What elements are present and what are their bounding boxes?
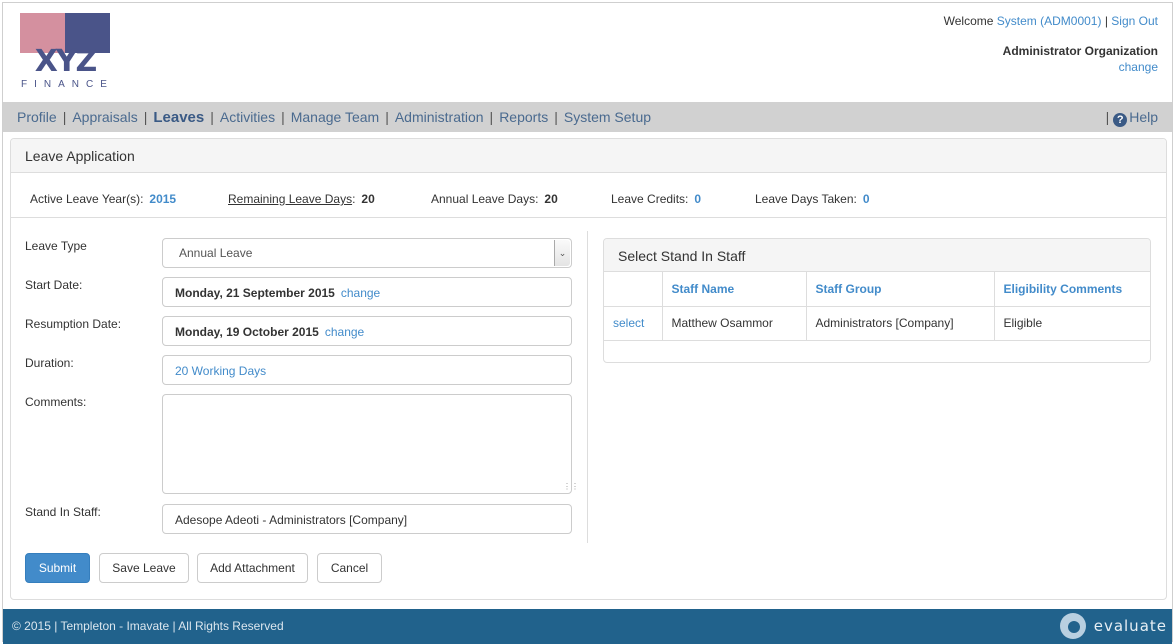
stat-value[interactable]: 2015: [149, 192, 176, 206]
nav-activities[interactable]: Activities: [220, 109, 275, 125]
stat-active-year: Active Leave Year(s): 2015: [30, 192, 176, 206]
stat-value[interactable]: 0: [863, 192, 870, 206]
leave-type-value: Annual Leave: [179, 246, 253, 260]
logo-tagline: FINANCE: [21, 79, 114, 90]
organization-name: Administrator Organization: [1002, 44, 1158, 58]
nav-system-setup[interactable]: System Setup: [564, 109, 651, 125]
evaluate-brand: evaluate: [1059, 612, 1167, 640]
nav-manage-team[interactable]: Manage Team: [291, 109, 379, 125]
nav-separator: |: [210, 109, 214, 125]
table-header-row: Staff Name Staff Group Eligibility Comme…: [604, 272, 1150, 307]
change-organization-link[interactable]: change: [1119, 60, 1158, 74]
stand-in-staff-label: Stand In Staff:: [25, 505, 101, 519]
stat-label: Active Leave Year(s):: [30, 192, 144, 206]
nav-separator: |: [489, 109, 494, 125]
leave-application-panel: Leave Application Active Leave Year(s): 2…: [10, 138, 1167, 600]
resize-grip-icon[interactable]: ⋮⋮: [563, 483, 1163, 597]
duration-label: Duration:: [25, 356, 74, 370]
comments-textarea[interactable]: [162, 394, 572, 494]
leave-type-label: Leave Type: [25, 239, 87, 253]
footer: © 2015 | Templeton - Imavate | All Right…: [3, 609, 1172, 644]
chevron-down-icon[interactable]: ⌄: [554, 240, 570, 266]
start-date-value: Monday, 21 September 2015: [175, 286, 335, 300]
submit-button[interactable]: Submit: [25, 553, 90, 583]
stat-label: Leave Days Taken:: [755, 192, 857, 206]
stat-remaining-days: Remaining Leave Days: 20: [228, 192, 375, 206]
resumption-date-value: Monday, 19 October 2015: [175, 325, 319, 339]
column-header-action: [604, 272, 663, 307]
column-divider: [587, 231, 588, 543]
comments-label: Comments:: [25, 395, 87, 409]
help-link[interactable]: |? Help: [1106, 109, 1158, 127]
select-staff-link[interactable]: select: [613, 316, 644, 330]
table-row: select Matthew Osammor Administrators [C…: [604, 305, 1150, 341]
stat-value: 20: [544, 192, 558, 206]
add-attachment-button[interactable]: Add Attachment: [197, 553, 308, 583]
remaining-days-link[interactable]: Remaining Leave Days: [228, 192, 352, 206]
nav-reports[interactable]: Reports: [499, 109, 548, 125]
logo-mark: XYZ: [34, 44, 98, 79]
evaluate-logo-icon: [1059, 613, 1086, 639]
nav-separator: |: [281, 109, 285, 125]
stand-in-panel-title: Select Stand In Staff: [604, 239, 1150, 272]
cancel-button[interactable]: Cancel: [317, 553, 382, 583]
start-date-change-link[interactable]: change: [341, 286, 380, 300]
nav-separator: |: [554, 109, 558, 125]
stand-in-staff-field[interactable]: Adesope Adeoti - Administrators [Company…: [162, 504, 572, 534]
help-separator: |: [1105, 109, 1110, 125]
welcome-bar: Welcome System (ADM0001) | Sign Out: [944, 14, 1158, 28]
stat-days-taken: Leave Days Taken: 0: [755, 192, 870, 206]
stand-in-staff-value: Adesope Adeoti - Administrators [Company…: [175, 513, 408, 527]
resumption-date-field: Monday, 19 October 2015 change: [162, 316, 572, 346]
user-profile-link[interactable]: System (ADM0001): [997, 14, 1102, 28]
leave-stats-bar: Active Leave Year(s): 2015 Remaining Leav…: [11, 173, 1166, 218]
evaluate-brand-label: evaluate: [1093, 617, 1167, 635]
stat-label: Annual Leave Days:: [431, 192, 539, 206]
nav-menu: Profile | Appraisals | Leaves | Activities | Man…: [17, 109, 651, 126]
duration-field: 20 Working Days: [162, 355, 572, 385]
nav-separator: |: [385, 109, 389, 125]
welcome-separator: |: [1104, 14, 1108, 28]
resumption-date-change-link[interactable]: change: [325, 325, 364, 339]
xyz-finance-logo[interactable]: XYZ FINANCE: [20, 13, 110, 91]
stat-value[interactable]: 0: [694, 192, 701, 206]
main-nav: Profile | Appraisals | Leaves | Activities | Man…: [3, 102, 1172, 132]
staff-name-cell: Matthew Osammor: [661, 305, 807, 341]
nav-administration[interactable]: Administration: [395, 109, 484, 125]
stat-value: 20: [361, 192, 375, 206]
start-date-label: Start Date:: [25, 278, 83, 292]
leave-type-select[interactable]: Annual Leave ⌄: [162, 238, 572, 268]
nav-appraisals[interactable]: Appraisals: [72, 109, 137, 125]
copyright-text: © 2015 | Templeton - Imavate | All Right…: [12, 619, 284, 633]
nav-leaves[interactable]: Leaves: [153, 109, 204, 126]
column-header-staff-name[interactable]: Staff Name: [661, 272, 807, 307]
eligibility-cell: Eligible: [993, 305, 1150, 341]
stat-label: Leave Credits:: [611, 192, 689, 206]
stand-in-staff-panel: Select Stand In Staff Staff Name Staff G…: [603, 238, 1151, 363]
stat-colon: :: [352, 192, 356, 206]
sign-out-link[interactable]: Sign Out: [1111, 14, 1158, 28]
nav-separator: |: [62, 109, 67, 125]
welcome-text: Welcome: [943, 14, 994, 28]
question-circle-icon: ?: [1113, 113, 1128, 127]
stat-annual-days: Annual Leave Days: 20: [431, 192, 558, 206]
resumption-date-label: Resumption Date:: [25, 317, 122, 331]
save-leave-button[interactable]: Save Leave: [99, 553, 189, 583]
staff-group-cell: Administrators [Company]: [805, 305, 995, 341]
stat-leave-credits: Leave Credits: 0: [611, 192, 701, 206]
nav-profile[interactable]: Profile: [17, 109, 57, 125]
column-header-staff-group[interactable]: Staff Group: [805, 272, 995, 307]
duration-value[interactable]: 20 Working Days: [175, 364, 266, 378]
stand-in-staff-table: Staff Name Staff Group Eligibility Comme…: [604, 272, 1150, 341]
panel-title: Leave Application: [11, 139, 1166, 173]
nav-separator: |: [143, 109, 148, 125]
column-header-eligibility[interactable]: Eligibility Comments: [993, 272, 1150, 307]
start-date-field: Monday, 21 September 2015 change: [162, 277, 572, 307]
help-label: Help: [1129, 109, 1158, 125]
